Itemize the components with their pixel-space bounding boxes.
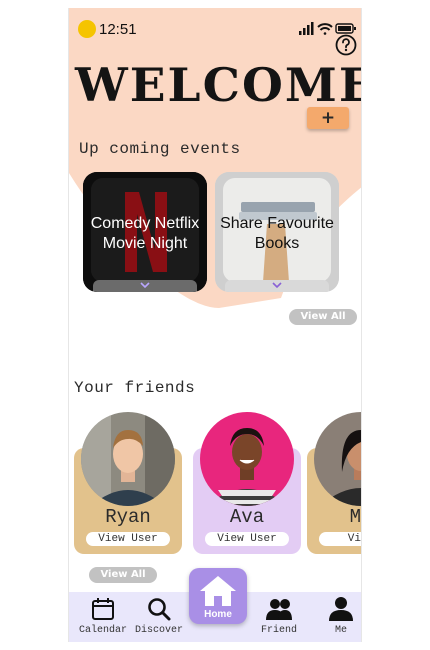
friends-view-all-button[interactable]: View All <box>89 567 157 583</box>
nav-label: Calendar <box>78 625 127 636</box>
nav-me[interactable]: Me <box>311 592 361 642</box>
nav-label: Discover <box>134 625 183 636</box>
help-icon[interactable] <box>335 34 357 56</box>
friends-heading: Your friends <box>74 379 196 397</box>
nav-calendar[interactable]: Calendar <box>73 592 133 642</box>
event-expand[interactable] <box>93 280 197 292</box>
phone-screen: 12:51 WELCOME + Up coming events Comedy … <box>68 8 362 642</box>
friend-name: Ma <box>349 506 361 528</box>
search-icon <box>148 598 171 621</box>
avatar <box>200 412 294 506</box>
event-title: Share Favourite Books <box>220 215 334 252</box>
nav-friend[interactable]: Friend <box>249 592 309 642</box>
friend-name: Ava <box>229 506 265 528</box>
nav-label: Friend <box>260 625 297 636</box>
nav-discover[interactable]: Discover <box>129 592 189 642</box>
status-time: 12:51 <box>99 21 137 38</box>
status-bar: 12:51 <box>77 18 357 40</box>
person-icon <box>329 597 353 621</box>
event-card-books[interactable]: Share Favourite Books <box>215 172 339 292</box>
moon-icon <box>78 20 96 38</box>
view-user-button[interactable]: View User <box>86 532 170 546</box>
chevron-down-icon <box>140 282 150 289</box>
home-icon <box>200 576 236 606</box>
chevron-down-icon <box>272 282 282 289</box>
add-button[interactable]: + <box>307 107 349 129</box>
nav-label: Me <box>334 625 347 636</box>
signal-icon <box>299 22 314 35</box>
calendar-icon <box>92 598 114 620</box>
friend-card-ryan[interactable]: Ryan View User <box>74 408 182 554</box>
event-card-netflix[interactable]: Comedy Netflix Movie Night <box>83 172 207 292</box>
nav-label: Home <box>204 609 232 620</box>
friend-name: Ryan <box>105 506 151 528</box>
nav-home-button[interactable]: Home <box>189 568 247 624</box>
view-user-button[interactable]: View <box>319 532 361 546</box>
events-view-all-button[interactable]: View All <box>289 309 357 325</box>
friends-icon <box>266 599 292 620</box>
event-expand[interactable] <box>225 280 329 292</box>
event-title: Comedy Netflix Movie Night <box>90 215 200 252</box>
page-title: WELCOME <box>75 58 362 112</box>
friend-card-ava[interactable]: Ava View User <box>193 408 301 554</box>
battery-icon <box>335 23 356 34</box>
wifi-icon <box>317 23 333 35</box>
view-user-button[interactable]: View User <box>205 532 289 546</box>
events-heading: Up coming events <box>79 140 241 158</box>
avatar <box>81 412 175 506</box>
friend-card-third[interactable]: Ma View <box>307 408 361 554</box>
